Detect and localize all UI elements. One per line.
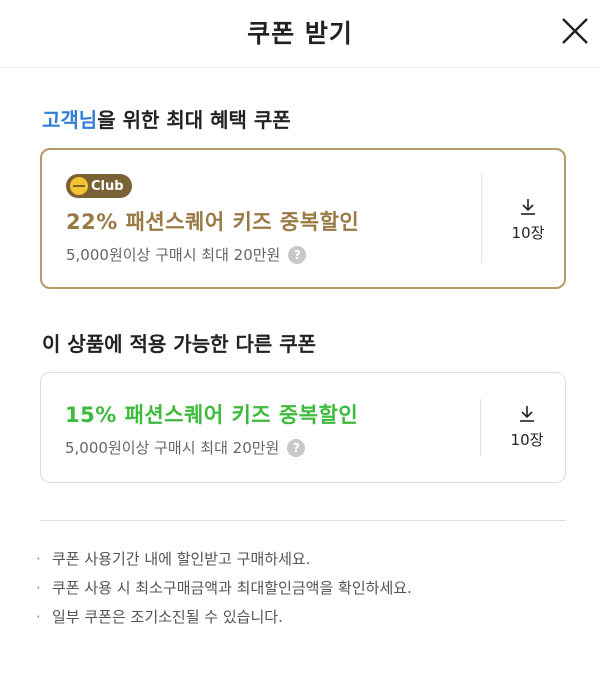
coupon-condition: 5,000원이상 구매시 최대 20만원 ? — [65, 437, 306, 458]
help-icon[interactable]: ? — [287, 438, 306, 457]
section-title-other: 이 상품에 적용 가능한 다른 쿠폰 — [42, 332, 317, 356]
coupon-divider — [481, 174, 482, 263]
coupon-name: 22% 패션스퀘어 키즈 중복할인 — [66, 210, 360, 234]
coupon-condition: 5,000원이상 구매시 최대 20만원 ? — [66, 244, 307, 265]
download-coupon-button[interactable]: 10장 — [487, 405, 567, 450]
section-title-rest: 을 위한 최대 혜택 쿠폰 — [97, 108, 291, 132]
download-count: 10장 — [511, 224, 545, 242]
notes-list: 쿠폰 사용기간 내에 할인받고 구매하세요. 쿠폰 사용 시 최소구매금액과 최… — [36, 548, 576, 635]
note-item: 쿠폰 사용기간 내에 할인받고 구매하세요. — [36, 548, 576, 577]
download-count: 10장 — [510, 431, 544, 449]
club-badge-label: Club — [91, 178, 124, 194]
notes-divider — [40, 520, 566, 521]
club-face-icon — [70, 177, 88, 195]
coupon-divider — [480, 399, 481, 456]
download-icon — [520, 406, 534, 422]
note-item: 일부 쿠폰은 조기소진될 수 있습니다. — [36, 606, 576, 635]
close-icon — [562, 18, 588, 44]
modal-header: 쿠폰 받기 — [0, 0, 600, 68]
help-icon[interactable]: ? — [288, 245, 307, 264]
coupon-card: 15% 패션스퀘어 키즈 중복할인 5,000원이상 구매시 최대 20만원 ?… — [40, 372, 566, 483]
coupon-name: 15% 패션스퀘어 키즈 중복할인 — [65, 403, 359, 427]
note-item: 쿠폰 사용 시 최소구매금액과 최대할인금액을 확인하세요. — [36, 577, 576, 606]
customer-highlight: 고객님 — [42, 108, 98, 132]
club-badge: Club — [66, 174, 132, 198]
section-title-best: 고객님을 위한 최대 혜택 쿠폰 — [42, 104, 291, 133]
coupon-card-club: Club 22% 패션스퀘어 키즈 중복할인 5,000원이상 구매시 최대 2… — [40, 148, 566, 289]
coupon-condition-text: 5,000원이상 구매시 최대 20만원 — [66, 246, 281, 264]
close-button[interactable] — [558, 14, 592, 48]
coupon-condition-text: 5,000원이상 구매시 최대 20만원 — [65, 439, 280, 457]
modal-title: 쿠폰 받기 — [247, 19, 353, 48]
download-icon — [521, 199, 535, 215]
download-coupon-button[interactable]: 10장 — [488, 198, 568, 243]
